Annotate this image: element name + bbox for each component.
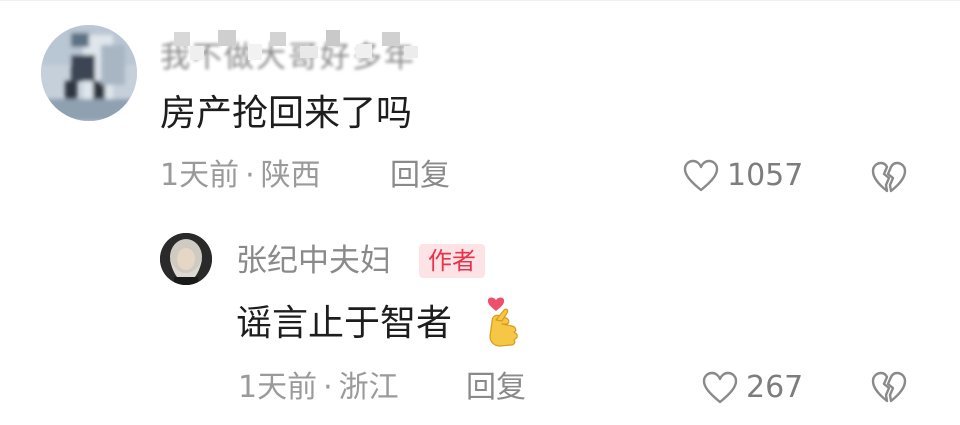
meta-separator: · (245, 158, 255, 193)
author-badge: 作者 (419, 244, 485, 278)
comment-text: 房产抢回来了吗 (160, 93, 413, 134)
dislike-button[interactable] (870, 158, 908, 196)
author-avatar[interactable] (160, 233, 212, 285)
comment-time: 1天前 (160, 158, 240, 193)
heart-outline-icon (702, 371, 738, 404)
comment-location: 陕西 (260, 158, 321, 193)
comment-username[interactable]: 我不做大哥好多年 (160, 26, 422, 74)
reply-button[interactable]: 回复 (466, 370, 526, 406)
heart-outline-icon (683, 159, 719, 192)
author-avatar-photo-icon (160, 233, 212, 285)
like-count: 1057 (727, 158, 804, 193)
comment-meta: 1天前 · 陕西 (160, 158, 321, 194)
broken-heart-icon (871, 161, 907, 193)
reply-author-name[interactable]: 张纪中夫妇 (236, 242, 391, 280)
username-mosaic (174, 30, 418, 60)
divider (0, 0, 960, 1)
reply-button[interactable]: 回复 (390, 158, 450, 194)
avatar[interactable] (41, 25, 137, 121)
reply-location: 浙江 (338, 370, 399, 405)
user-avatar-photo-icon (41, 25, 137, 121)
comment-thread: 我不做大哥好多年 房产抢回来了吗 1天前 · 陕西 回复 1057 张纪中夫妇 … (0, 0, 960, 425)
dislike-button[interactable] (870, 368, 908, 406)
reply-meta: 1天前 · 浙江 (238, 370, 399, 406)
finger-heart-emoji-icon (482, 296, 522, 350)
reply-text: 谣言止于智者 (236, 303, 453, 344)
like-button[interactable]: 1057 (683, 156, 803, 196)
like-count: 267 (746, 370, 804, 405)
reply-time: 1天前 (238, 370, 318, 405)
broken-heart-icon (871, 371, 907, 403)
meta-separator: · (323, 370, 333, 405)
like-button[interactable]: 267 (702, 368, 803, 408)
